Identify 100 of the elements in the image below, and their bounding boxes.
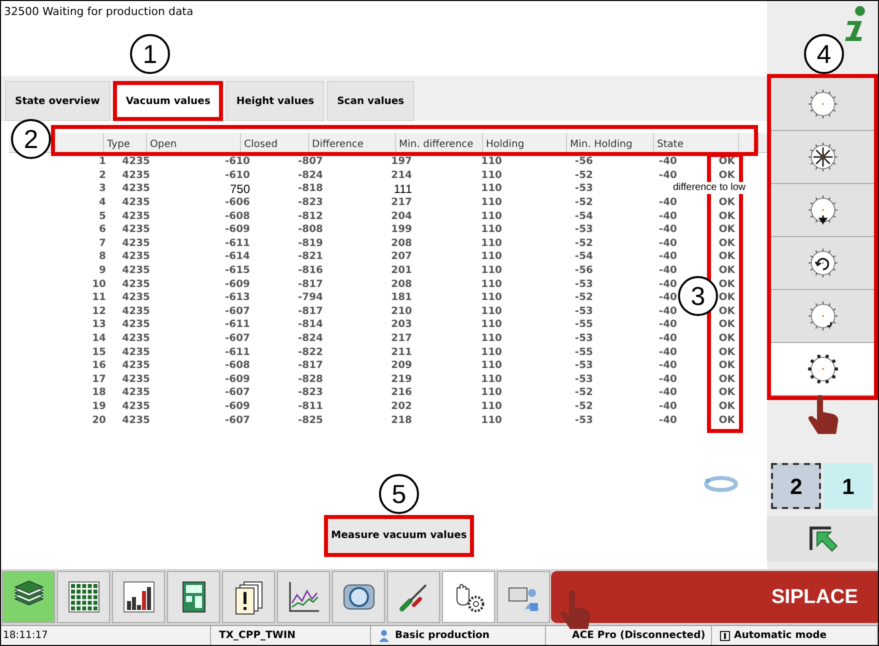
table-cell-text: -40 xyxy=(658,332,677,346)
table-cell-text: 207 xyxy=(391,250,412,264)
table-cell-text: OK xyxy=(718,359,735,374)
table-cell-text: 1 xyxy=(99,155,106,170)
table-cell-text: OK xyxy=(718,223,735,238)
column-header: Min. Holding xyxy=(570,138,632,152)
table-cell-text: 199 xyxy=(391,223,412,238)
status-text: TX_CPP_TWIN xyxy=(219,629,296,643)
toolbar-button[interactable] xyxy=(167,571,220,623)
table-cell-text: -611 xyxy=(224,346,250,360)
table-cell-text: -613 xyxy=(224,291,250,306)
table-cell-text: -817 xyxy=(298,359,323,374)
brand-name: SIPLACE xyxy=(771,585,858,610)
column-header: Holding xyxy=(486,138,524,152)
toolbar-button[interactable] xyxy=(332,571,385,623)
dial-icon xyxy=(806,300,839,332)
table-cell-text: -52 xyxy=(574,291,593,306)
table-cell-text: -609 xyxy=(224,400,250,414)
tab[interactable]: Height values xyxy=(226,81,324,121)
table-cell-text: 4235 xyxy=(122,236,150,251)
table-cell-text: OK xyxy=(718,196,735,210)
table-cell-text: 218 xyxy=(391,414,412,428)
table-cell-text: -794 xyxy=(298,291,323,306)
column-header: Type xyxy=(107,138,130,152)
toolbar-button[interactable] xyxy=(277,571,330,623)
table-cell-text: -40 xyxy=(658,346,677,360)
table-cell-text: OK xyxy=(718,210,735,224)
toolbar-button[interactable] xyxy=(222,571,275,623)
table-cell-text: -40 xyxy=(658,196,677,210)
table-cell-text: 201 xyxy=(391,264,412,278)
table-cell-text: 20 xyxy=(92,414,106,428)
table-cell-text: -53 xyxy=(574,414,593,428)
table-cell-text: 5 xyxy=(99,210,106,224)
table-cell-text: 15 xyxy=(92,346,106,360)
table-cell-text: 197 xyxy=(391,155,412,170)
table-cell-text: -609 xyxy=(224,278,250,292)
arrow-button[interactable] xyxy=(767,516,878,562)
table-cell-text: 110 xyxy=(481,182,502,196)
table-cell-text: 202 xyxy=(391,400,412,414)
table-cell-text: -40 xyxy=(658,278,677,292)
table-cell-text: -40 xyxy=(658,210,677,224)
table-cell-text: OK xyxy=(718,250,735,264)
table-cell-text: -825 xyxy=(298,414,323,428)
table-cell-text: OK xyxy=(718,400,735,414)
table-cell-text: 3 xyxy=(99,182,106,196)
table-cell-text: -53 xyxy=(574,359,593,374)
table-cell-text: -824 xyxy=(298,332,323,346)
table-cell-text: -40 xyxy=(658,264,677,278)
table-cell-text: 8 xyxy=(99,250,106,264)
table-cell-text: 110 xyxy=(481,210,502,224)
user-icon xyxy=(379,630,389,642)
table-cell-text: 4235 xyxy=(122,372,150,387)
table-cell-text: 4235 xyxy=(122,196,150,210)
table-cell-text: -607 xyxy=(224,332,250,346)
toolbar-button[interactable] xyxy=(112,571,165,623)
table-cell-text: -55 xyxy=(574,318,593,332)
table-cell-text: 4235 xyxy=(122,155,150,170)
toolbar-button[interactable] xyxy=(442,571,495,623)
table-cell-text: 214 xyxy=(391,168,412,183)
dial-button[interactable] xyxy=(771,343,874,396)
table-cell-text: OK xyxy=(718,291,735,306)
table-cell-text: 110 xyxy=(481,278,502,292)
table-cell-text: OK xyxy=(718,168,735,182)
view-toggle[interactable]: 1 xyxy=(823,463,874,509)
tab[interactable]: State overview xyxy=(5,81,110,121)
table-cell-text: OK xyxy=(718,318,735,332)
table-cell-text: 216 xyxy=(391,386,412,400)
table-cell-text: -55 xyxy=(574,346,593,360)
dial-button[interactable] xyxy=(771,237,874,290)
table-cell-text: -606 xyxy=(224,196,250,210)
table-cell-text: -812 xyxy=(298,210,323,224)
dial-icon xyxy=(806,247,839,279)
column-header: Closed xyxy=(244,138,278,152)
table-cell-text: 12 xyxy=(92,304,106,319)
dial-button[interactable] xyxy=(771,131,874,184)
table-cell-text: 203 xyxy=(391,318,412,332)
status-text: Automatic mode xyxy=(734,629,827,643)
table-cell-text: -610 xyxy=(224,168,250,183)
table-cell-text: 208 xyxy=(391,278,412,292)
table-cell-text: 17 xyxy=(92,372,106,387)
table-cell-text: 2 xyxy=(99,168,106,183)
dial-button[interactable] xyxy=(771,184,874,237)
view-toggle[interactable]: 2 xyxy=(771,463,822,509)
table-cell-text: 9 xyxy=(99,264,106,278)
toolbar-button[interactable] xyxy=(497,571,550,623)
status-text: ACE Pro (Disconnected) xyxy=(572,629,706,643)
table-cell-text: 4235 xyxy=(122,386,150,400)
table-cell-text: 4235 xyxy=(122,304,150,319)
table-cell-text: 4 xyxy=(99,196,106,210)
dial-icon xyxy=(806,88,839,120)
callout-number: 1 xyxy=(130,34,170,74)
tab[interactable]: Vacuum values xyxy=(112,81,224,121)
toolbar-button[interactable] xyxy=(2,571,55,623)
table-cell-text: 110 xyxy=(481,359,502,374)
tab[interactable]: Scan values xyxy=(327,81,414,121)
toolbar-button[interactable] xyxy=(57,571,110,623)
measure-button[interactable]: Measure vacuum values xyxy=(324,514,474,557)
table-cell-text: 13 xyxy=(92,318,106,332)
table-cell-text: 217 xyxy=(391,332,412,346)
table-cell-text: OK xyxy=(718,236,735,251)
